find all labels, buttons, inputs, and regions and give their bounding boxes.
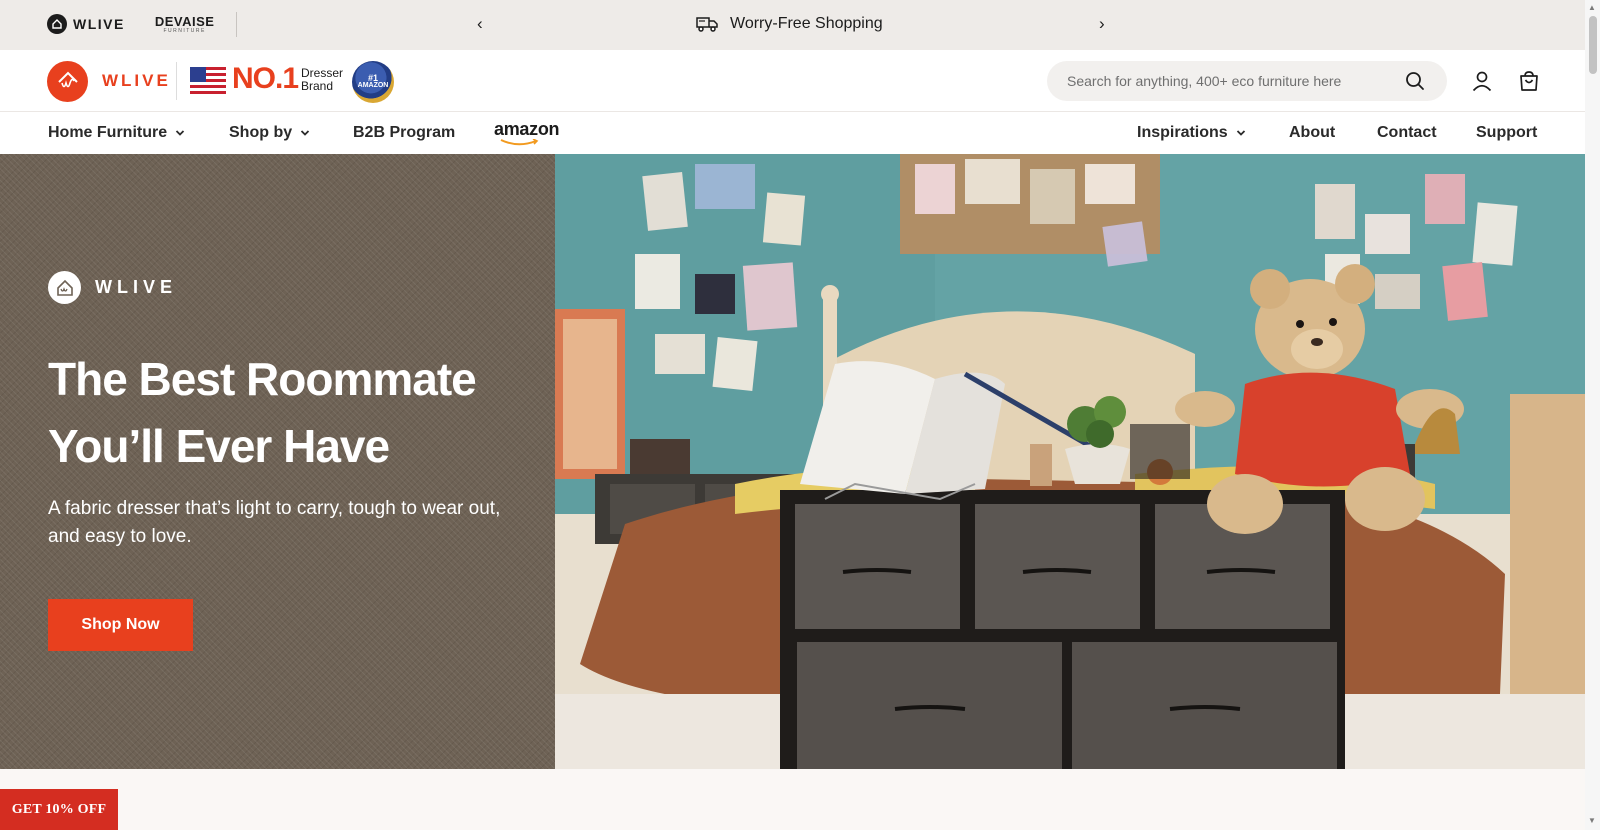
logo-icon[interactable] xyxy=(47,61,88,102)
wlive-mini-logo-icon xyxy=(47,14,67,34)
hero-banner: WLIVE The Best Roommate You’ll Ever Have… xyxy=(0,154,1585,769)
badge-line: AMAZON xyxy=(357,82,389,89)
scroll-up-arrow-icon[interactable]: ▲ xyxy=(1588,3,1596,12)
nav-item-inspirations[interactable]: Inspirations xyxy=(1137,124,1246,142)
announcement-next-button[interactable]: › xyxy=(1099,15,1105,32)
brand-link-devaise-label: DEVAISE xyxy=(154,13,215,29)
nav-item-shop-by[interactable]: Shop by xyxy=(229,124,310,142)
nav-item-label: B2B Program xyxy=(353,124,456,141)
amazon-smile-icon xyxy=(500,139,539,146)
amazon-logo-text: amazon xyxy=(494,119,560,139)
chevron-down-icon xyxy=(300,130,310,136)
nav-item-b2b-program[interactable]: B2B Program xyxy=(353,124,455,142)
brand-link-wlive-label: WLIVE xyxy=(73,16,125,32)
amazon-store-link[interactable]: amazon xyxy=(494,119,560,146)
site-header: WLIVE NO.1 Dresser Brand #1 AMAZON xyxy=(0,50,1585,112)
nav-item-label: About xyxy=(1289,124,1336,141)
rank-subtext-line: Brand xyxy=(301,79,334,93)
brand-link-devaise-sub: FURNITURE xyxy=(163,27,206,34)
hero-title: The Best Roommate You’ll Ever Have xyxy=(48,346,548,480)
nav-item-contact[interactable]: Contact xyxy=(1377,124,1437,142)
hero-brand: WLIVE xyxy=(48,271,177,304)
hero-brand-text: WLIVE xyxy=(95,277,177,297)
hero-title-line: The Best Roommate xyxy=(48,353,477,405)
hero-image[interactable] xyxy=(555,154,1585,769)
brand-link-wlive[interactable]: WLIVE xyxy=(47,14,125,34)
nav-item-support[interactable]: Support xyxy=(1476,124,1537,142)
nav-item-label: Home Furniture xyxy=(48,124,168,141)
bedroom-dresser-illustration xyxy=(555,154,1585,769)
chevron-down-icon xyxy=(175,130,185,136)
page-scrollbar[interactable]: ▲ ▼ xyxy=(1585,0,1600,830)
divider xyxy=(176,62,177,100)
shop-now-button[interactable]: Shop Now xyxy=(48,599,193,651)
amazon-bestseller-badge: #1 AMAZON xyxy=(352,61,394,103)
nav-item-about[interactable]: About xyxy=(1289,124,1335,142)
account-icon[interactable] xyxy=(1470,69,1494,93)
search-bar xyxy=(1047,61,1447,101)
announcement-prev-button[interactable]: ‹ xyxy=(477,15,483,32)
announcement-bar: WLIVE DEVAISE FURNITURE ‹ Worry-Free Sho… xyxy=(0,0,1585,50)
logo-text[interactable]: WLIVE xyxy=(102,71,171,91)
discount-tab[interactable]: GET 10% OFF xyxy=(0,789,118,830)
wlive-logo-icon xyxy=(48,271,81,304)
hero-text-panel: WLIVE The Best Roommate You’ll Ever Have… xyxy=(0,154,555,769)
cart-icon[interactable] xyxy=(1517,69,1541,93)
announcement-text: Worry-Free Shopping xyxy=(730,15,883,32)
nav-item-label: Shop by xyxy=(229,124,293,141)
rank-text: NO.1 xyxy=(232,62,299,95)
brand-link-devaise[interactable]: DEVAISE FURNITURE xyxy=(155,15,215,34)
search-icon[interactable] xyxy=(1405,71,1425,91)
scroll-down-arrow-icon[interactable]: ▼ xyxy=(1588,816,1596,825)
announcement-message: Worry-Free Shopping xyxy=(696,15,883,33)
rank-subtext: Dresser Brand xyxy=(301,67,343,93)
hero-title-line: You’ll Ever Have xyxy=(48,420,390,472)
scrollbar-thumb[interactable] xyxy=(1589,16,1597,74)
discount-tab-label: GET 10% OFF xyxy=(11,801,107,817)
divider xyxy=(236,12,237,37)
search-input[interactable] xyxy=(1067,73,1397,89)
hero-subtitle: A fabric dresser that’s light to carry, … xyxy=(48,498,501,547)
nav-item-label: Inspirations xyxy=(1137,124,1228,141)
nav-item-label: Contact xyxy=(1377,124,1437,141)
us-flag-icon xyxy=(190,67,226,94)
truck-icon xyxy=(696,17,718,32)
brand-switcher: WLIVE DEVAISE FURNITURE xyxy=(47,14,214,34)
nav-item-label: Support xyxy=(1476,124,1538,141)
badge-line: #1 xyxy=(367,73,378,83)
main-nav: Home Furniture Shop by B2B Program amazo… xyxy=(0,112,1585,154)
nav-item-home-furniture[interactable]: Home Furniture xyxy=(48,124,185,142)
chevron-down-icon xyxy=(1236,130,1245,136)
